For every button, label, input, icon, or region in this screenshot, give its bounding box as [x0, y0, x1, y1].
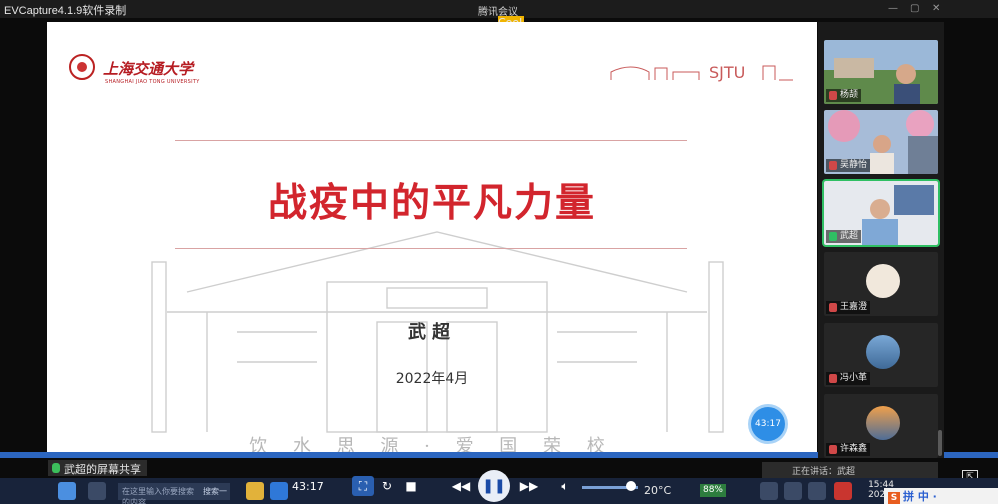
- fullscreen-toggle-icon[interactable]: ⛶: [352, 476, 374, 496]
- participant-avatar: [866, 264, 900, 298]
- participant-name-label: 武超: [826, 230, 862, 243]
- screen-share-text: 武超的屏幕共享: [64, 463, 141, 476]
- sjtu-gate-logo: SJTU: [610, 63, 793, 82]
- participant-name-label: 冯小革: [826, 372, 871, 385]
- taskbar-search-input[interactable]: 在这里输入你要搜索的内容: [118, 483, 202, 504]
- weather-temperature[interactable]: 20°C: [644, 484, 671, 497]
- participants-panel: 杨颉 吴静怡 武超 王嘉澄 冯小革 许森鑫: [818, 22, 944, 458]
- shared-screen-slide: 上海交通大学 SHANGHAI JIAO TONG UNIVERSITY SJT…: [47, 22, 817, 452]
- participant-tile[interactable]: 吴静怡: [824, 110, 938, 174]
- participant-name: 吴静怡: [840, 160, 868, 170]
- screen-share-label[interactable]: 武超的屏幕共享: [48, 460, 147, 476]
- sogou-ime-icon: S: [888, 492, 900, 504]
- speaker-icon[interactable]: 🔈︎: [554, 476, 576, 496]
- university-seal-icon: [69, 54, 95, 80]
- mic-muted-icon: [829, 303, 837, 312]
- participant-tile-active-speaker[interactable]: 武超: [824, 181, 938, 245]
- fast-forward-icon[interactable]: ▶▶: [518, 476, 540, 496]
- restore-icon[interactable]: ▢: [910, 3, 919, 14]
- task-view-icon[interactable]: [88, 482, 106, 500]
- participant-name: 武超: [840, 231, 859, 241]
- participant-avatar: [866, 406, 900, 440]
- participant-name-label: 许森鑫: [826, 443, 871, 456]
- participant-name: 冯小革: [840, 373, 868, 383]
- close-icon[interactable]: ✕: [932, 3, 940, 14]
- presentation-date: 2022年4月: [395, 371, 469, 387]
- participant-name-label: 王嘉澄: [826, 301, 871, 314]
- university-name: 上海交通大学: [103, 60, 194, 78]
- volume-icon[interactable]: [808, 482, 826, 500]
- sjtu-mark-text: SJTU: [709, 63, 745, 82]
- participant-name: 王嘉澄: [840, 302, 868, 312]
- speaking-status-text: 正在讲话：武超: [792, 467, 856, 477]
- mic-muted-icon: [829, 161, 837, 170]
- participant-tile[interactable]: 杨颉: [824, 40, 938, 104]
- slide-title: 战疫中的平凡力量: [267, 181, 596, 226]
- volume-slider-knob[interactable]: [626, 481, 636, 491]
- battery-indicator[interactable]: 88%: [700, 484, 726, 497]
- presenter-name: 武超: [408, 322, 456, 343]
- player-elapsed-time: 43:17: [292, 480, 324, 493]
- replay-icon[interactable]: ↻: [376, 476, 398, 496]
- tray-app-icon[interactable]: [760, 482, 778, 500]
- university-name-en: SHANGHAI JIAO TONG UNIVERSITY: [105, 79, 200, 85]
- participant-name: 许森鑫: [840, 444, 868, 454]
- rewind-icon[interactable]: ◀◀: [450, 476, 472, 496]
- app-title: EVCapture4.1.9软件录制: [4, 5, 127, 17]
- network-icon[interactable]: [784, 482, 802, 500]
- mic-on-icon: [829, 232, 837, 241]
- mic-muted-icon: [829, 445, 837, 454]
- input-method-bar[interactable]: S拼 中 ·: [884, 488, 998, 504]
- floating-timer-button[interactable]: 43:17: [751, 407, 785, 441]
- windows-start-icon[interactable]: [58, 482, 76, 500]
- university-motto: 饮 水 思 源 · 爱 国 荣 校: [249, 436, 615, 452]
- search-button[interactable]: 搜索一下: [200, 483, 230, 500]
- divider-top: [175, 140, 687, 141]
- participant-name-label: 杨颉: [826, 89, 862, 102]
- participant-tile[interactable]: 王嘉澄: [824, 252, 938, 316]
- speaking-status: 正在讲话：武超: [762, 462, 938, 478]
- mic-muted-icon: [829, 91, 837, 100]
- participant-avatar: [866, 335, 900, 369]
- participant-tile[interactable]: 许森鑫: [824, 394, 938, 458]
- minimize-icon[interactable]: —: [888, 3, 898, 14]
- participant-name-label: 吴静怡: [826, 159, 871, 172]
- recording-player-controls: 43:17 ⛶ ↻ ■ ◀◀ ❚❚ ▶▶ 🔈︎: [282, 468, 642, 504]
- stop-icon[interactable]: ■: [400, 476, 422, 496]
- divider-mid: [175, 248, 687, 249]
- screen: EVCapture4.1.9软件录制 腾讯会议 — ▢ ✕ Cool 上海交通大…: [0, 0, 998, 504]
- participants-scrollbar[interactable]: [938, 430, 942, 456]
- file-explorer-icon[interactable]: [246, 482, 264, 500]
- mic-icon: [52, 463, 60, 473]
- participant-name: 杨颉: [840, 90, 859, 100]
- pause-button[interactable]: ❚❚: [478, 470, 510, 502]
- participant-tile[interactable]: 冯小革: [824, 323, 938, 387]
- tray-red-app-icon[interactable]: [834, 482, 852, 500]
- mic-muted-icon: [829, 374, 837, 383]
- ime-label: 拼 中 ·: [903, 490, 937, 503]
